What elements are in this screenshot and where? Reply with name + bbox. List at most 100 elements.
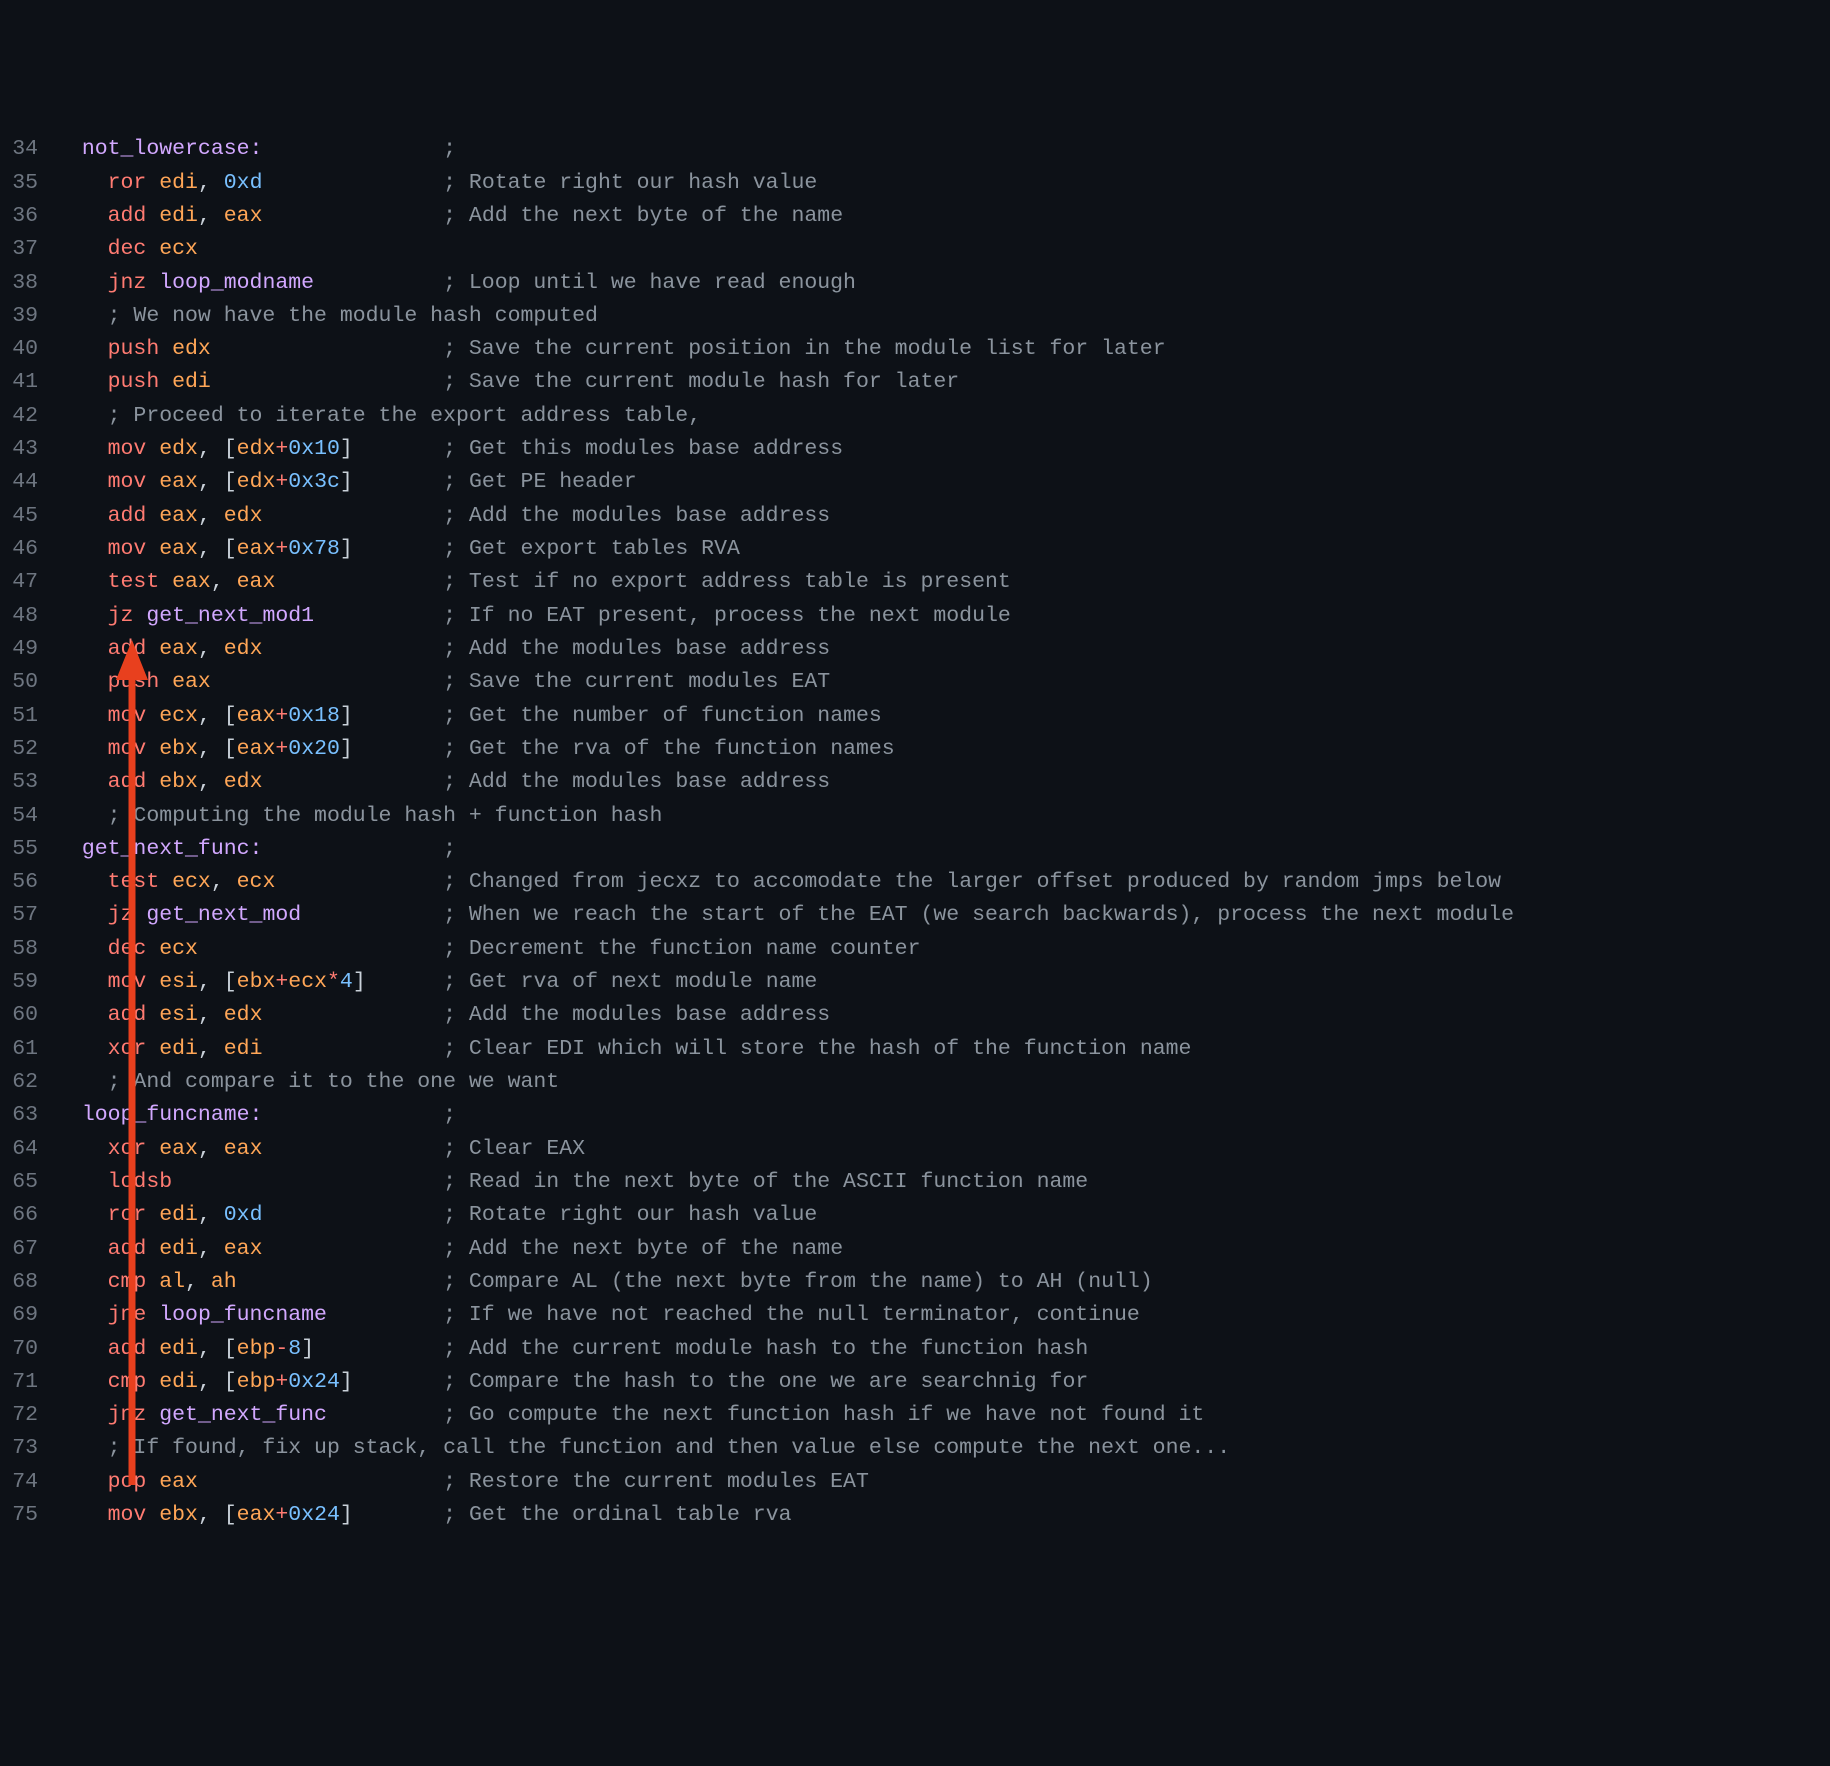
line-number: 71 (0, 1366, 56, 1399)
line-number: 42 (0, 400, 56, 433)
line-number: 62 (0, 1066, 56, 1099)
code-line[interactable]: 49 add eax, edx ; Add the modules base a… (0, 633, 1830, 666)
code-line[interactable]: 57 jz get_next_mod ; When we reach the s… (0, 899, 1830, 932)
code-line[interactable]: 43 mov edx, [edx+0x10] ; Get this module… (0, 433, 1830, 466)
code-line[interactable]: 34 not_lowercase: ; (0, 133, 1830, 166)
line-number: 53 (0, 766, 56, 799)
code-content: dec ecx (56, 233, 198, 266)
code-content: xor edi, edi ; Clear EDI which will stor… (56, 1033, 1191, 1066)
code-content: not_lowercase: ; (56, 133, 456, 166)
code-line[interactable]: 73 ; If found, fix up stack, call the fu… (0, 1432, 1830, 1465)
line-number: 61 (0, 1033, 56, 1066)
line-number: 41 (0, 366, 56, 399)
code-line[interactable]: 53 add ebx, edx ; Add the modules base a… (0, 766, 1830, 799)
code-content: add eax, edx ; Add the modules base addr… (56, 633, 830, 666)
line-number: 37 (0, 233, 56, 266)
code-line[interactable]: 72 jnz get_next_func ; Go compute the ne… (0, 1399, 1830, 1432)
code-line[interactable]: 42 ; Proceed to iterate the export addre… (0, 400, 1830, 433)
code-line[interactable]: 69 jne loop_funcname ; If we have not re… (0, 1299, 1830, 1332)
code-editor[interactable]: 34 not_lowercase: ;35 ror edi, 0xd ; Rot… (0, 133, 1830, 1532)
code-content: loop_funcname: ; (56, 1099, 456, 1132)
code-content: ror edi, 0xd ; Rotate right our hash val… (56, 167, 817, 200)
code-line[interactable]: 63 loop_funcname: ; (0, 1099, 1830, 1132)
code-line[interactable]: 40 push edx ; Save the current position … (0, 333, 1830, 366)
code-content: xor eax, eax ; Clear EAX (56, 1133, 585, 1166)
line-number: 55 (0, 833, 56, 866)
code-content: ; And compare it to the one we want (56, 1066, 559, 1099)
code-content: ; We now have the module hash computed (56, 300, 598, 333)
line-number: 43 (0, 433, 56, 466)
code-line[interactable]: 70 add edi, [ebp-8] ; Add the current mo… (0, 1333, 1830, 1366)
code-line[interactable]: 59 mov esi, [ebx+ecx*4] ; Get rva of nex… (0, 966, 1830, 999)
code-line[interactable]: 51 mov ecx, [eax+0x18] ; Get the number … (0, 700, 1830, 733)
code-content: push edx ; Save the current position in … (56, 333, 1166, 366)
code-content: test eax, eax ; Test if no export addres… (56, 566, 1011, 599)
code-line[interactable]: 46 mov eax, [eax+0x78] ; Get export tabl… (0, 533, 1830, 566)
code-content: add eax, edx ; Add the modules base addr… (56, 500, 830, 533)
code-content: add edi, [ebp-8] ; Add the current modul… (56, 1333, 1088, 1366)
line-number: 52 (0, 733, 56, 766)
code-content: push eax ; Save the current modules EAT (56, 666, 830, 699)
line-number: 51 (0, 700, 56, 733)
line-number: 73 (0, 1432, 56, 1465)
code-line[interactable]: 75 mov ebx, [eax+0x24] ; Get the ordinal… (0, 1499, 1830, 1532)
code-content: pop eax ; Restore the current modules EA… (56, 1466, 869, 1499)
line-number: 65 (0, 1166, 56, 1199)
code-line[interactable]: 56 test ecx, ecx ; Changed from jecxz to… (0, 866, 1830, 899)
code-content: mov ebx, [eax+0x20] ; Get the rva of the… (56, 733, 895, 766)
line-number: 54 (0, 800, 56, 833)
code-line[interactable]: 36 add edi, eax ; Add the next byte of t… (0, 200, 1830, 233)
code-content: jnz get_next_func ; Go compute the next … (56, 1399, 1204, 1432)
code-line[interactable]: 68 cmp al, ah ; Compare AL (the next byt… (0, 1266, 1830, 1299)
code-line[interactable]: 52 mov ebx, [eax+0x20] ; Get the rva of … (0, 733, 1830, 766)
line-number: 45 (0, 500, 56, 533)
code-line[interactable]: 66 ror edi, 0xd ; Rotate right our hash … (0, 1199, 1830, 1232)
code-line[interactable]: 58 dec ecx ; Decrement the function name… (0, 933, 1830, 966)
line-number: 35 (0, 167, 56, 200)
code-line[interactable]: 48 jz get_next_mod1 ; If no EAT present,… (0, 600, 1830, 633)
line-number: 59 (0, 966, 56, 999)
code-line[interactable]: 38 jnz loop_modname ; Loop until we have… (0, 267, 1830, 300)
line-number: 46 (0, 533, 56, 566)
code-line[interactable]: 35 ror edi, 0xd ; Rotate right our hash … (0, 167, 1830, 200)
code-line[interactable]: 65 lodsb ; Read in the next byte of the … (0, 1166, 1830, 1199)
code-line[interactable]: 44 mov eax, [edx+0x3c] ; Get PE header (0, 466, 1830, 499)
code-line[interactable]: 47 test eax, eax ; Test if no export add… (0, 566, 1830, 599)
code-line[interactable]: 50 push eax ; Save the current modules E… (0, 666, 1830, 699)
code-line[interactable]: 55 get_next_func: ; (0, 833, 1830, 866)
code-content: lodsb ; Read in the next byte of the ASC… (56, 1166, 1088, 1199)
code-line[interactable]: 74 pop eax ; Restore the current modules… (0, 1466, 1830, 1499)
code-line[interactable]: 37 dec ecx (0, 233, 1830, 266)
line-number: 48 (0, 600, 56, 633)
line-number: 64 (0, 1133, 56, 1166)
code-line[interactable]: 60 add esi, edx ; Add the modules base a… (0, 999, 1830, 1032)
line-number: 44 (0, 466, 56, 499)
code-line[interactable]: 41 push edi ; Save the current module ha… (0, 366, 1830, 399)
line-number: 40 (0, 333, 56, 366)
code-line[interactable]: 39 ; We now have the module hash compute… (0, 300, 1830, 333)
line-number: 67 (0, 1233, 56, 1266)
code-line[interactable]: 71 cmp edi, [ebp+0x24] ; Compare the has… (0, 1366, 1830, 1399)
line-number: 66 (0, 1199, 56, 1232)
line-number: 57 (0, 899, 56, 932)
code-content: push edi ; Save the current module hash … (56, 366, 959, 399)
code-line[interactable]: 64 xor eax, eax ; Clear EAX (0, 1133, 1830, 1166)
code-line[interactable]: 54 ; Computing the module hash + functio… (0, 800, 1830, 833)
line-number: 72 (0, 1399, 56, 1432)
line-number: 69 (0, 1299, 56, 1332)
line-number: 68 (0, 1266, 56, 1299)
code-line[interactable]: 61 xor edi, edi ; Clear EDI which will s… (0, 1033, 1830, 1066)
code-content: ; Proceed to iterate the export address … (56, 400, 701, 433)
line-number: 47 (0, 566, 56, 599)
line-number: 50 (0, 666, 56, 699)
line-number: 74 (0, 1466, 56, 1499)
line-number: 36 (0, 200, 56, 233)
code-content: mov ebx, [eax+0x24] ; Get the ordinal ta… (56, 1499, 792, 1532)
code-line[interactable]: 62 ; And compare it to the one we want (0, 1066, 1830, 1099)
code-content: jz get_next_mod ; When we reach the star… (56, 899, 1514, 932)
code-line[interactable]: 45 add eax, edx ; Add the modules base a… (0, 500, 1830, 533)
code-content: add esi, edx ; Add the modules base addr… (56, 999, 830, 1032)
code-content: mov esi, [ebx+ecx*4] ; Get rva of next m… (56, 966, 817, 999)
code-line[interactable]: 67 add edi, eax ; Add the next byte of t… (0, 1233, 1830, 1266)
line-number: 60 (0, 999, 56, 1032)
